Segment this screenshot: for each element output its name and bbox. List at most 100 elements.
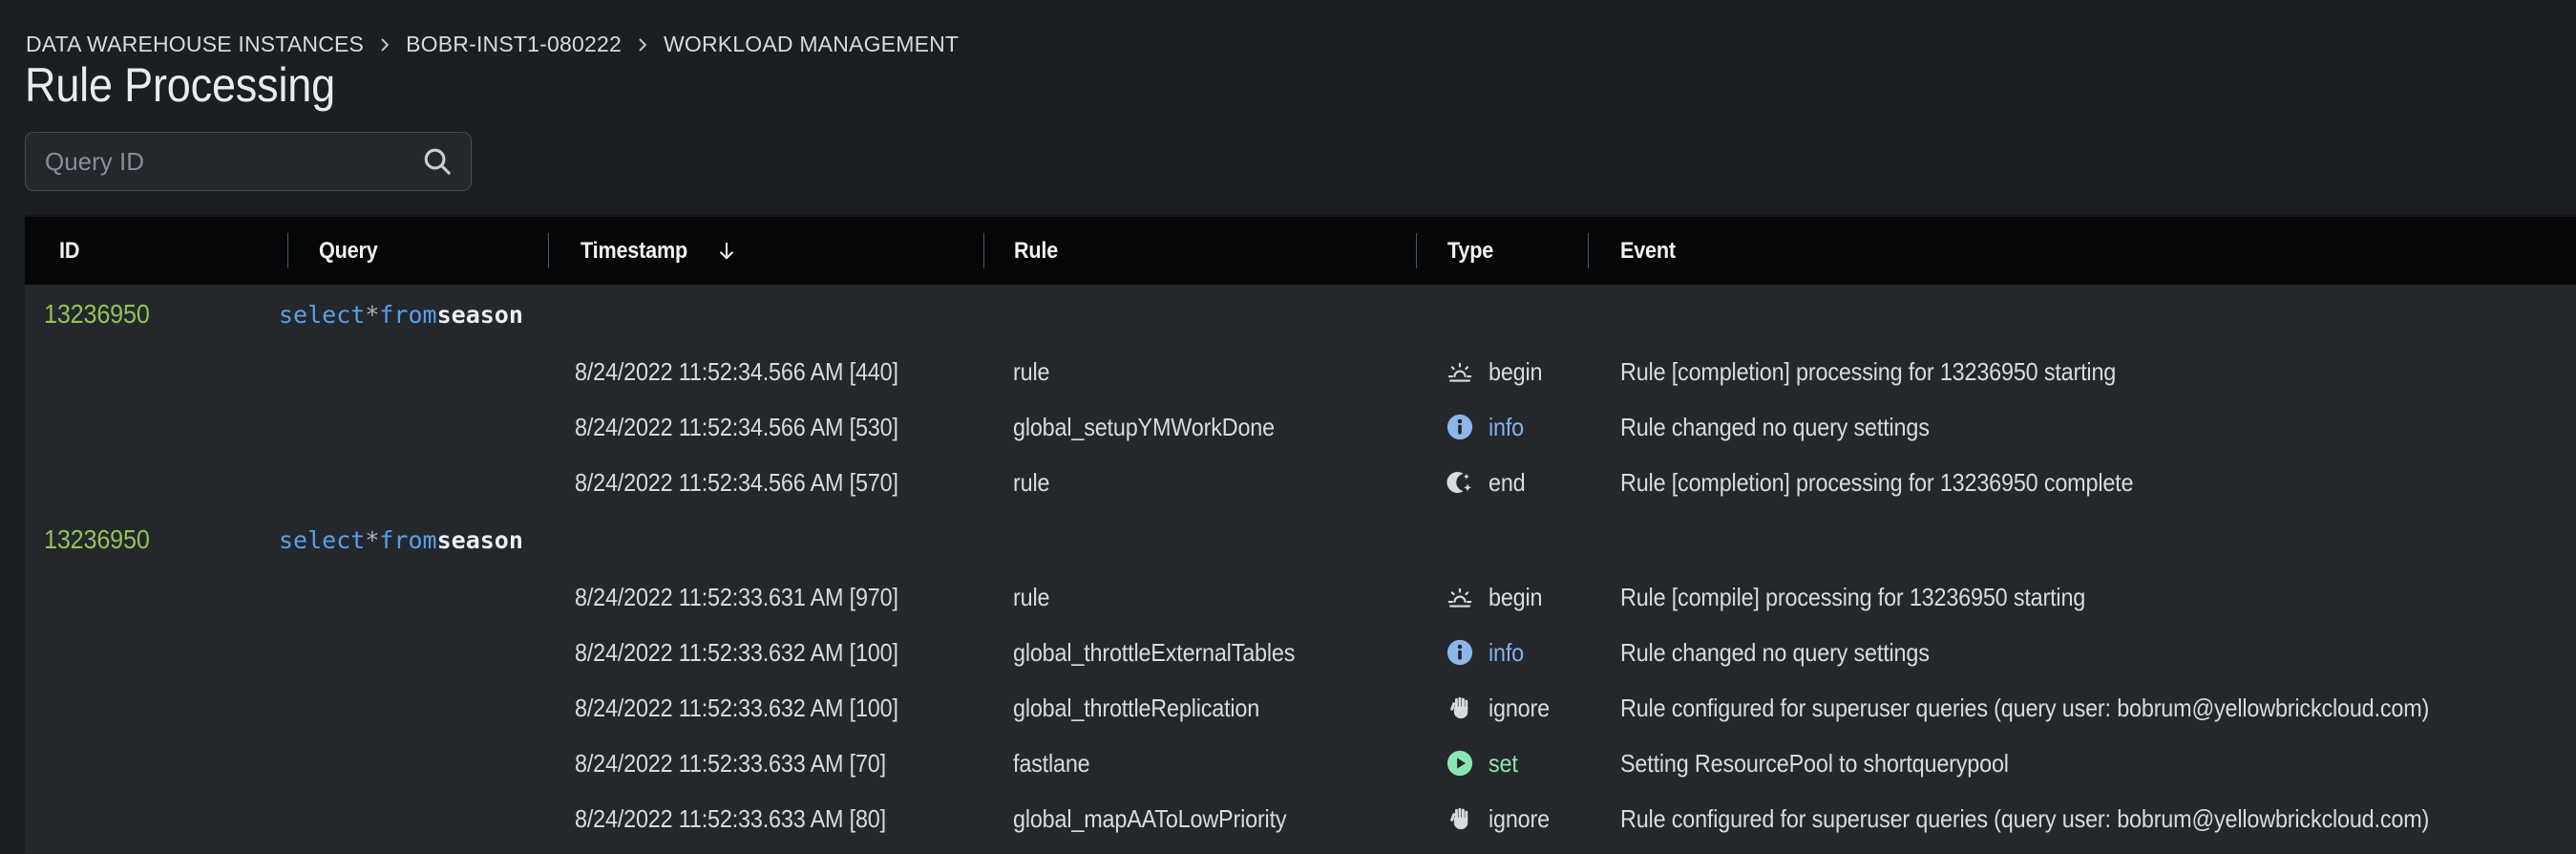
breadcrumb: DATA WAREHOUSE INSTANCES BOBR-INST1-0802… — [26, 32, 959, 57]
begin-icon — [1446, 583, 1474, 611]
rule-cell: global_mapAAToLowPriority — [1013, 791, 1286, 846]
timestamp-cell: 8/24/2022 11:52:33.633 AM [80] — [575, 791, 886, 846]
type-label: end — [1489, 468, 1526, 498]
type-label: set — [1489, 749, 1518, 779]
column-divider — [1416, 233, 1417, 268]
set-icon — [1446, 749, 1474, 778]
event-cell: Rule changed no query settings — [1620, 625, 1930, 680]
column-header-rule[interactable]: Rule — [1014, 217, 1063, 285]
query-group-row: 13236950 select * from season — [25, 510, 2576, 569]
rule-cell: global_setupYMWorkDone — [1013, 399, 1275, 455]
type-label: info — [1489, 413, 1524, 442]
timestamp-cell: 8/24/2022 11:52:34.566 AM [570] — [575, 455, 898, 510]
type-cell: begin — [1446, 344, 1549, 399]
column-header-timestamp-label: Timestamp — [581, 238, 687, 265]
query-token-keyword: from — [379, 301, 436, 329]
ignore-icon — [1446, 804, 1474, 833]
rule-event-row: 8/24/2022 11:52:33.632 AM [100] global_t… — [25, 625, 2576, 680]
type-cell: ignore — [1446, 791, 1556, 846]
sort-descending-icon — [714, 239, 739, 264]
type-cell: ignore — [1446, 680, 1556, 736]
query-token-operator: * — [365, 526, 379, 554]
type-cell: set — [1446, 736, 1521, 791]
rule-cell: rule — [1013, 569, 1049, 625]
type-label: ignore — [1489, 694, 1550, 723]
event-cell: Rule changed no query settings — [1620, 399, 1930, 455]
page-title: Rule Processing — [25, 57, 335, 113]
query-token-operator: * — [365, 301, 379, 329]
timestamp-cell: 8/24/2022 11:52:33.631 AM [970] — [575, 569, 898, 625]
timestamp-cell: 8/24/2022 11:52:33.633 AM [70] — [575, 736, 886, 791]
rule-event-row: 8/24/2022 11:52:34.566 AM [440] rule beg… — [25, 344, 2576, 399]
query-text: select * from season — [279, 510, 523, 569]
query-text: select * from season — [279, 285, 523, 344]
chevron-right-icon — [375, 35, 394, 54]
timestamp-cell: 8/24/2022 11:52:34.566 AM [440] — [575, 344, 898, 399]
breadcrumb-item-data-warehouse-instances[interactable]: DATA WAREHOUSE INSTANCES — [26, 32, 364, 57]
end-icon — [1446, 468, 1474, 497]
info-icon — [1446, 413, 1474, 441]
rule-cell: rule — [1013, 344, 1049, 399]
query-group-row: 13236950 select * from season — [25, 285, 2576, 344]
rule-cell: global_throttleExternalTables — [1013, 625, 1295, 680]
query-id-link[interactable]: 13236950 — [44, 510, 150, 569]
event-cell: Rule [completion] processing for 1323695… — [1620, 344, 2116, 399]
column-header-type-label: Type — [1447, 238, 1493, 265]
rule-event-row: 8/24/2022 11:52:33.632 AM [100] global_t… — [25, 680, 2576, 736]
query-id-search-input[interactable] — [43, 146, 421, 178]
event-cell: Setting ResourcePool to shortquerypool — [1620, 736, 2009, 791]
type-label: info — [1489, 638, 1524, 668]
rule-cell: global_throttleReplication — [1013, 680, 1259, 736]
column-header-timestamp[interactable]: Timestamp — [581, 217, 739, 285]
rule-event-row: 8/24/2022 11:52:33.633 AM [70] fastlane … — [25, 736, 2576, 791]
rule-event-row: 8/24/2022 11:52:33.631 AM [970] rule beg… — [25, 569, 2576, 625]
begin-icon — [1446, 357, 1474, 386]
type-cell: info — [1446, 399, 1528, 455]
column-divider — [1588, 233, 1589, 268]
query-id-link[interactable]: 13236950 — [44, 285, 150, 344]
rule-cell: rule — [1013, 455, 1049, 510]
timestamp-cell: 8/24/2022 11:52:33.632 AM [100] — [575, 625, 898, 680]
column-header-query[interactable]: Query — [319, 217, 384, 285]
timestamp-cell: 8/24/2022 11:52:34.566 AM [530] — [575, 399, 898, 455]
type-label: begin — [1489, 357, 1542, 387]
type-cell: begin — [1446, 569, 1549, 625]
type-label: ignore — [1489, 804, 1550, 834]
event-cell: Rule [completion] processing for 1323695… — [1620, 455, 2133, 510]
column-header-rule-label: Rule — [1014, 238, 1058, 265]
column-header-event-label: Event — [1620, 238, 1676, 265]
column-header-type[interactable]: Type — [1447, 217, 1498, 285]
table-body: 13236950 select * from season 8/24/2022 … — [25, 285, 2576, 846]
type-label: begin — [1489, 583, 1542, 612]
rule-processing-table: ID Query Timestamp Rule Type Event 13236… — [25, 215, 2576, 854]
event-cell: Rule configured for superuser queries (q… — [1620, 791, 2429, 846]
chevron-right-icon — [633, 35, 652, 54]
type-cell: end — [1446, 455, 1530, 510]
column-header-query-label: Query — [319, 238, 378, 265]
breadcrumb-item-workload-management[interactable]: WORKLOAD MANAGEMENT — [664, 32, 959, 57]
breadcrumb-item-instance[interactable]: BOBR-INST1-080222 — [406, 32, 622, 57]
query-token-identifier: season — [437, 526, 523, 554]
timestamp-cell: 8/24/2022 11:52:33.632 AM [100] — [575, 680, 898, 736]
event-cell: Rule [compile] processing for 13236950 s… — [1620, 569, 2085, 625]
column-header-id-label: ID — [59, 238, 79, 265]
query-token-keyword: select — [279, 301, 365, 329]
query-token-identifier: season — [437, 301, 523, 329]
search-icon[interactable] — [421, 145, 454, 178]
search-box — [25, 132, 472, 191]
table-header: ID Query Timestamp Rule Type Event — [25, 215, 2576, 285]
column-header-id[interactable]: ID — [59, 217, 82, 285]
rule-event-row: 8/24/2022 11:52:34.566 AM [570] rule end… — [25, 455, 2576, 510]
query-token-keyword: select — [279, 526, 365, 554]
column-header-event[interactable]: Event — [1620, 217, 1681, 285]
rule-event-row: 8/24/2022 11:52:33.633 AM [80] global_ma… — [25, 791, 2576, 846]
column-divider — [548, 233, 549, 268]
column-divider — [983, 233, 984, 268]
query-token-keyword: from — [379, 526, 436, 554]
rule-cell: fastlane — [1013, 736, 1090, 791]
ignore-icon — [1446, 694, 1474, 722]
info-icon — [1446, 638, 1474, 667]
rule-event-row: 8/24/2022 11:52:34.566 AM [530] global_s… — [25, 399, 2576, 455]
column-divider — [287, 233, 288, 268]
event-cell: Rule configured for superuser queries (q… — [1620, 680, 2429, 736]
